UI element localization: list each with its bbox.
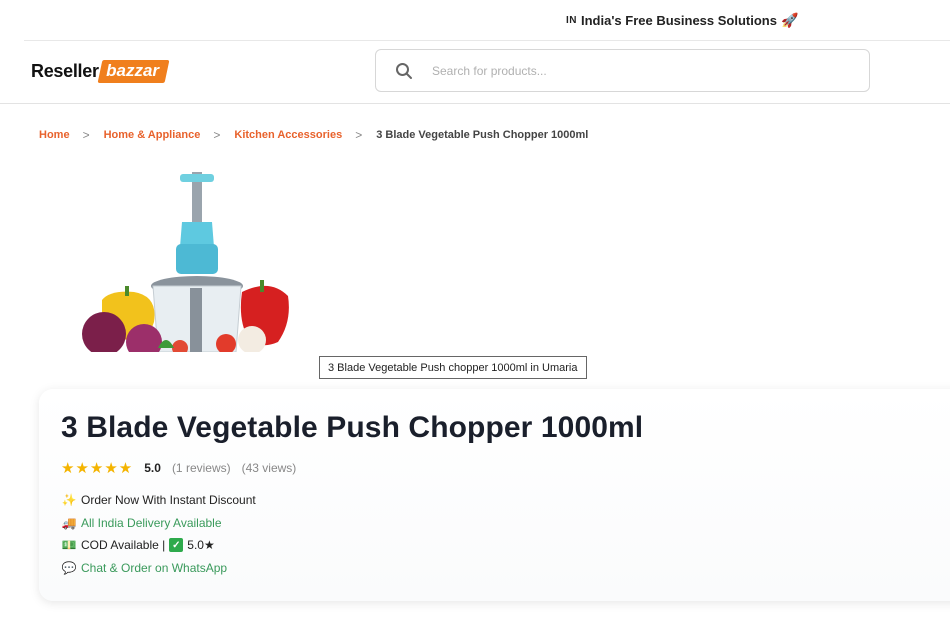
breadcrumb-home[interactable]: Home xyxy=(39,129,70,141)
announcement-text: India's Free Business Solutions xyxy=(581,12,777,28)
chevron-right-icon: > xyxy=(355,128,363,142)
feature-discount: ✨ Order Now With Instant Discount xyxy=(61,493,256,507)
feature-delivery-label: All India Delivery Available xyxy=(81,516,222,530)
feature-discount-label: Order Now With Instant Discount xyxy=(81,493,256,507)
breadcrumb-kitchen-accessories[interactable]: Kitchen Accessories xyxy=(234,129,342,141)
site-header: Reseller bazzar xyxy=(0,41,950,104)
image-tooltip: 3 Blade Vegetable Push chopper 1000ml in… xyxy=(319,356,587,379)
whatsapp-chat-label: Chat & Order on WhatsApp xyxy=(81,561,228,575)
star-rating-icon: ★★★★★ xyxy=(61,460,134,477)
feature-cod-label: COD Available | xyxy=(81,538,166,552)
chat-bubble-icon: 💬 xyxy=(61,561,77,575)
logo-text-bazzar: bazzar xyxy=(97,59,170,83)
chevron-right-icon: > xyxy=(213,128,221,142)
product-title: 3 Blade Vegetable Push Chopper 1000ml xyxy=(61,411,644,444)
chevron-right-icon: > xyxy=(82,128,90,142)
breadcrumb-current: 3 Blade Vegetable Push Chopper 1000ml xyxy=(376,129,589,141)
breadcrumb: Home > Home & Appliance > Kitchen Access… xyxy=(39,128,588,142)
top-announcement-bar: IN India's Free Business Solutions 🚀 xyxy=(0,0,950,40)
rating-score: 5.0 xyxy=(144,461,161,475)
truck-icon: 🚚 xyxy=(61,516,77,530)
rocket-icon: 🚀 xyxy=(780,11,799,28)
feature-cod-rating: 5.0★ xyxy=(187,538,215,552)
sparkle-icon: ✨ xyxy=(61,493,77,507)
logo[interactable]: Reseller bazzar xyxy=(31,58,170,84)
search-icon[interactable] xyxy=(376,62,432,80)
product-image[interactable] xyxy=(40,172,330,352)
feature-delivery[interactable]: 🚚 All India Delivery Available xyxy=(61,516,222,530)
feature-cod: 💵 COD Available | ✓ 5.0★ xyxy=(61,538,215,552)
search-box xyxy=(375,49,870,92)
product-info-card: 3 Blade Vegetable Push Chopper 1000ml ★★… xyxy=(39,389,950,601)
cash-icon: 💵 xyxy=(61,538,77,552)
view-count: (43 views) xyxy=(241,461,297,475)
india-flag-icon: IN xyxy=(566,14,577,26)
logo-text-reseller: Reseller xyxy=(31,60,99,81)
breadcrumb-home-appliance[interactable]: Home & Appliance xyxy=(104,129,201,141)
checkmark-icon: ✓ xyxy=(169,538,184,552)
review-count[interactable]: (1 reviews) xyxy=(172,461,231,475)
rating-row: ★★★★★ 5.0 (1 reviews) (43 views) xyxy=(61,459,296,477)
whatsapp-chat-link[interactable]: 💬 Chat & Order on WhatsApp xyxy=(61,561,228,575)
search-input[interactable] xyxy=(432,63,852,78)
